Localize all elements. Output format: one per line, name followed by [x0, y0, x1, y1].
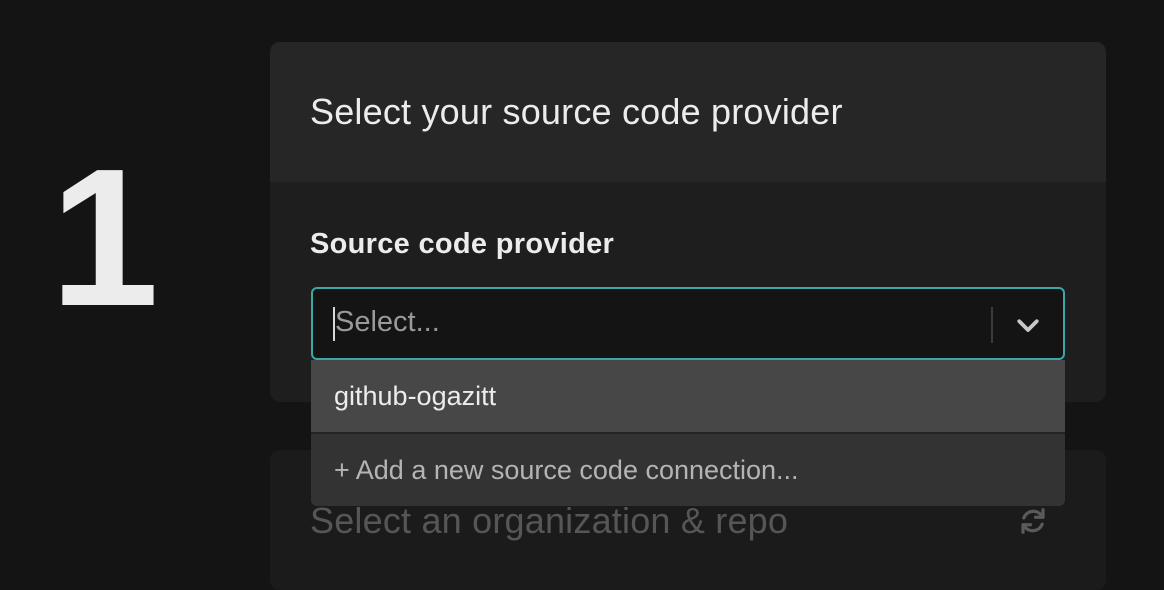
text-cursor	[333, 307, 335, 341]
provider-card-header: Select your source code provider	[270, 42, 1106, 182]
chevron-down-icon[interactable]	[1013, 310, 1043, 340]
menu-option-github-ogazitt[interactable]: github-ogazitt	[311, 360, 1065, 432]
repo-card-title: Select an organization & repo	[310, 500, 789, 541]
source-code-provider-select[interactable]: Select...	[311, 287, 1065, 360]
add-source-code-connection-option[interactable]: + Add a new source code connection...	[311, 434, 1065, 506]
provider-dropdown-menu: github-ogazitt + Add a new source code c…	[311, 360, 1065, 506]
refresh-icon[interactable]	[1018, 506, 1048, 536]
provider-card-title: Select your source code provider	[310, 91, 843, 132]
source-code-provider-label: Source code provider	[310, 228, 615, 260]
step-number: 1	[50, 128, 160, 347]
select-placeholder[interactable]: Select...	[335, 306, 440, 339]
select-separator	[991, 307, 993, 343]
